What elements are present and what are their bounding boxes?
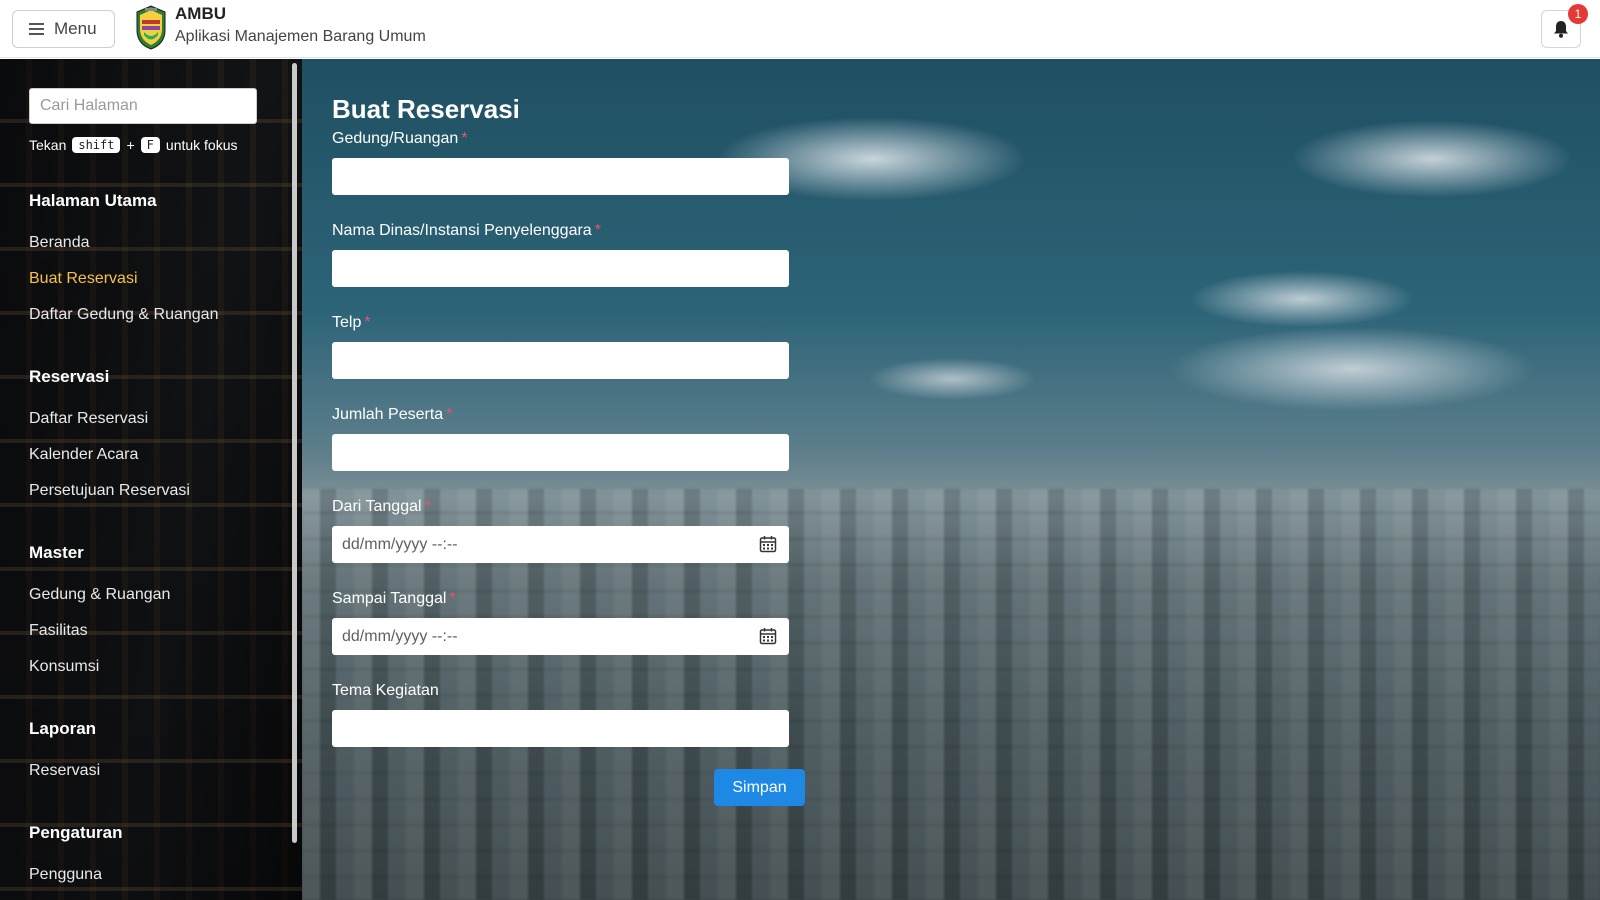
search-input[interactable]	[29, 88, 257, 124]
hint-plus: +	[126, 137, 135, 153]
sidebar-item-fasilitas[interactable]: Fasilitas	[29, 622, 88, 640]
sampai-tanggal-field[interactable]	[332, 618, 789, 655]
tema-kegiatan-field[interactable]	[332, 710, 789, 747]
calendar-icon[interactable]	[759, 627, 777, 645]
section-reservasi: Reservasi	[29, 367, 110, 386]
hint-prefix: Tekan	[29, 137, 67, 153]
section-pengaturan: Pengaturan	[29, 823, 123, 842]
shift-key: shift	[72, 137, 121, 153]
sidebar-item-gedung-ruangan[interactable]: Gedung & Ruangan	[29, 586, 170, 604]
label-text: Dari Tanggal	[332, 498, 422, 515]
section-laporan: Laporan	[29, 719, 97, 738]
top-bar: Menu AMBU Aplikasi Manajemen Barang Umum…	[0, 0, 1600, 58]
required-mark: *	[424, 498, 431, 515]
f-key: F	[140, 137, 160, 153]
label-nama-dinas: Nama Dinas/Instansi Penyelenggara *	[332, 222, 601, 240]
calendar-icon[interactable]	[759, 535, 777, 553]
sidebar-item-daftar-gedung-ruangan[interactable]: Daftar Gedung & Ruangan	[29, 306, 218, 324]
hamburger-icon	[29, 23, 44, 35]
label-text: Jumlah Peserta	[332, 406, 444, 423]
main-content: Buat Reservasi Gedung/Ruangan * Nama Dina…	[302, 59, 1600, 900]
label-telp: Telp *	[332, 314, 371, 332]
sidebar-item-konsumsi[interactable]: Konsumsi	[29, 658, 99, 676]
app-logo	[136, 5, 166, 50]
label-jumlah-peserta: Jumlah Peserta *	[332, 406, 452, 424]
label-text: Nama Dinas/Instansi Penyelenggara	[332, 222, 592, 239]
required-mark: *	[594, 222, 601, 239]
sidebar-item-kalender-acara[interactable]: Kalender Acara	[29, 446, 138, 464]
required-mark: *	[461, 130, 468, 147]
menu-button-label: Menu	[54, 19, 97, 38]
page-title: Buat Reservasi	[332, 94, 520, 124]
label-text: Tema Kegiatan	[332, 682, 439, 699]
telp-field[interactable]	[332, 342, 789, 379]
required-mark: *	[449, 590, 456, 607]
label-text: Sampai Tanggal	[332, 590, 447, 607]
bell-icon	[1554, 21, 1568, 38]
label-gedung-ruangan: Gedung/Ruangan *	[332, 130, 468, 148]
hint-suffix: untuk fokus	[165, 137, 238, 153]
sidebar-item-daftar-reservasi[interactable]: Daftar Reservasi	[29, 410, 148, 428]
dari-tanggal-field[interactable]	[332, 526, 789, 563]
required-mark: *	[446, 406, 453, 423]
label-sampai-tanggal: Sampai Tanggal *	[332, 590, 456, 608]
menu-button[interactable]: Menu	[12, 10, 115, 48]
sidebar-item-persetujuan-reservasi[interactable]: Persetujuan Reservasi	[29, 482, 190, 500]
sidebar-item-beranda[interactable]: Beranda	[29, 234, 90, 252]
sidebar-item-pengguna[interactable]: Pengguna	[29, 866, 102, 884]
label-text: Telp	[332, 314, 362, 331]
gedung-ruangan-field[interactable]	[332, 158, 789, 195]
section-master: Master	[29, 543, 84, 562]
app-subtitle: Aplikasi Manajemen Barang Umum	[175, 28, 426, 45]
required-mark: *	[364, 314, 371, 331]
sidebar-item-buat-reservasi[interactable]: Buat Reservasi	[29, 270, 138, 288]
search-hint: Tekan shift + F untuk fokus	[29, 137, 238, 153]
notification-badge: 1	[1568, 4, 1588, 24]
jumlah-peserta-field[interactable]	[332, 434, 789, 471]
label-text: Gedung/Ruangan	[332, 130, 459, 147]
label-tema-kegiatan: Tema Kegiatan	[332, 682, 439, 700]
label-dari-tanggal: Dari Tanggal *	[332, 498, 431, 516]
simpan-button[interactable]: Simpan	[714, 769, 805, 806]
sidebar-scrollbar[interactable]	[292, 63, 297, 843]
sidebar-item-laporan-reservasi[interactable]: Reservasi	[29, 762, 100, 780]
app-title: AMBU	[175, 4, 226, 23]
section-halaman-utama: Halaman Utama	[29, 191, 157, 210]
nama-dinas-field[interactable]	[332, 250, 789, 287]
